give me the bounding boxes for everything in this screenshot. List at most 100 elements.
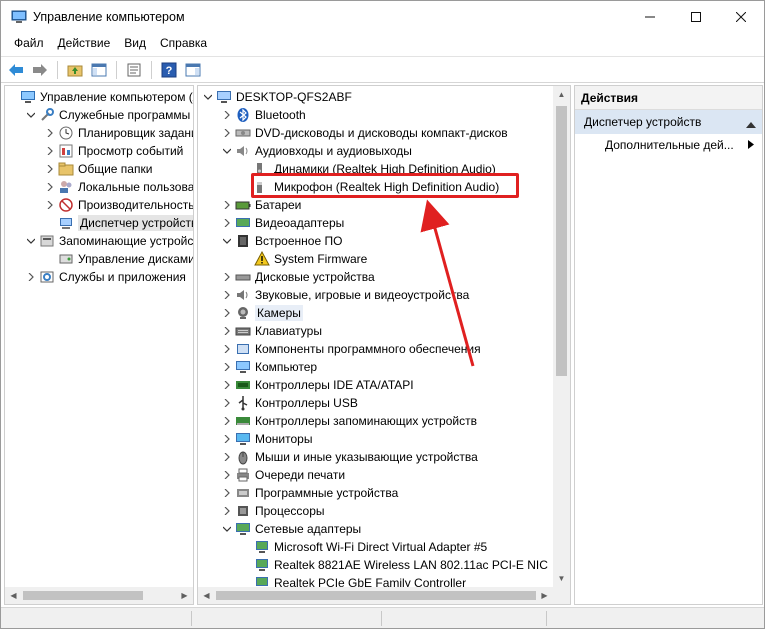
up-folder-button[interactable]	[64, 59, 86, 81]
close-button[interactable]	[718, 1, 764, 33]
actions-section-device-manager[interactable]: Диспетчер устройств	[575, 110, 762, 134]
device-tree-item-row[interactable]: Дисковые устройства	[221, 268, 375, 286]
expand-chevron-icon[interactable]	[221, 325, 233, 337]
console-tree-item-row[interactable]: Службы и приложения	[25, 268, 186, 286]
expand-chevron-icon[interactable]	[221, 343, 233, 355]
expand-chevron-icon[interactable]	[221, 451, 233, 463]
device-tree-item-row[interactable]: Процессоры	[221, 502, 325, 520]
device-tree-item-row[interactable]: Клавиатуры	[221, 322, 322, 340]
scroll-down-arrow-icon[interactable]: ▼	[553, 570, 570, 587]
expand-chevron-icon[interactable]	[221, 271, 233, 283]
expand-chevron-icon[interactable]	[221, 109, 233, 121]
device-tree-item-row[interactable]: Microsoft Wi-Fi Direct Virtual Adapter #…	[240, 538, 487, 556]
console-tree-item-row[interactable]: Управление компьютером (л	[6, 88, 193, 106]
device-tree-item-row[interactable]: Контроллеры USB	[221, 394, 358, 412]
show-action-pane-button[interactable]	[182, 59, 204, 81]
device-tree-item-row[interactable]: Компьютер	[221, 358, 317, 376]
console-tree-item-row[interactable]: Запоминающие устройст	[25, 232, 193, 250]
menu-action[interactable]: Действие	[51, 33, 118, 55]
device-tree-item-row[interactable]: Встроенное ПО	[221, 232, 342, 250]
scroll-thumb[interactable]	[556, 106, 567, 376]
device-tree-item-row[interactable]: Bluetooth	[221, 106, 306, 124]
device-tree-item-row[interactable]: Батареи	[221, 196, 301, 214]
device-tree-item-row[interactable]: Мониторы	[221, 430, 312, 448]
device-tree-item-row[interactable]: Очереди печати	[221, 466, 345, 484]
properties-button[interactable]	[123, 59, 145, 81]
device-tree-item-row[interactable]: Контроллеры IDE ATA/ATAPI	[221, 376, 414, 394]
collapse-chevron-icon[interactable]	[202, 91, 214, 103]
scroll-right-arrow-icon[interactable]: ▶	[176, 587, 193, 604]
device-vertical-scrollbar[interactable]: ▲ ▼	[553, 86, 570, 587]
collapse-up-icon[interactable]	[746, 117, 756, 131]
menu-file[interactable]: Файл	[7, 33, 51, 55]
console-tree-item-row[interactable]: Производительность	[44, 196, 193, 214]
show-hide-tree-button[interactable]	[88, 59, 110, 81]
console-tree-item-row[interactable]: Управление дисками	[44, 250, 193, 268]
device-tree-item-row[interactable]: Камеры	[221, 304, 303, 322]
more-actions-link[interactable]: Дополнительные дей...	[605, 138, 734, 152]
expand-chevron-icon[interactable]	[221, 199, 233, 211]
expand-chevron-icon[interactable]	[221, 505, 233, 517]
expand-chevron-icon[interactable]	[44, 199, 56, 211]
expand-chevron-icon[interactable]	[221, 217, 233, 229]
expand-chevron-icon[interactable]	[221, 397, 233, 409]
console-tree-item-row[interactable]: Диспетчер устройств	[44, 214, 193, 232]
menu-help[interactable]: Справка	[153, 33, 214, 55]
mouse-icon	[235, 449, 251, 465]
collapse-chevron-icon[interactable]	[221, 145, 233, 157]
scroll-up-arrow-icon[interactable]: ▲	[553, 86, 570, 103]
help-button[interactable]: ?	[158, 59, 180, 81]
network-card-icon	[254, 557, 270, 573]
collapse-chevron-icon[interactable]	[221, 523, 233, 535]
expand-chevron-icon[interactable]	[221, 361, 233, 373]
expand-chevron-icon[interactable]	[44, 145, 56, 157]
expand-chevron-icon[interactable]	[221, 289, 233, 301]
bluetooth-icon	[235, 107, 251, 123]
scroll-right-arrow-icon[interactable]: ▶	[536, 587, 553, 604]
device-tree-item-row[interactable]: Сетевые адаптеры	[221, 520, 361, 538]
scroll-thumb[interactable]	[216, 591, 536, 600]
back-button[interactable]	[5, 59, 27, 81]
scroll-left-arrow-icon[interactable]: ◀	[198, 587, 215, 604]
submenu-arrow-icon[interactable]	[748, 140, 754, 151]
device-tree-item-row[interactable]: DVD-дисководы и дисководы компакт-дисков	[221, 124, 508, 142]
device-tree-item-row[interactable]: Realtek 8821AE Wireless LAN 802.11ac PCI…	[240, 556, 548, 574]
console-tree-item-row[interactable]: Общие папки	[44, 160, 152, 178]
scroll-thumb[interactable]	[23, 591, 143, 600]
event-viewer-icon	[58, 143, 74, 159]
collapse-chevron-icon[interactable]	[25, 109, 37, 121]
console-tree-item-row[interactable]: Планировщик заданий	[44, 124, 193, 142]
expand-chevron-icon[interactable]	[221, 307, 233, 319]
device-tree-item-row[interactable]: Мыши и иные указывающие устройства	[221, 448, 478, 466]
device-tree-item-row[interactable]: Видеоадаптеры	[221, 214, 344, 232]
expand-chevron-icon[interactable]	[221, 127, 233, 139]
expand-chevron-icon[interactable]	[44, 127, 56, 139]
device-tree-item-row[interactable]: Аудиовходы и аудиовыходы	[221, 142, 412, 160]
minimize-button[interactable]	[627, 1, 673, 33]
collapse-chevron-icon[interactable]	[221, 235, 233, 247]
left-horizontal-scrollbar[interactable]: ◀ ▶	[5, 587, 193, 604]
device-horizontal-scrollbar[interactable]: ◀ ▶	[198, 587, 570, 604]
status-divider	[381, 611, 382, 626]
device-tree-root-row[interactable]: DESKTOP-QFS2ABF	[202, 88, 352, 106]
console-tree-item-row[interactable]: Служебные программы	[25, 106, 190, 124]
device-tree-item-row[interactable]: Контроллеры запоминающих устройств	[221, 412, 477, 430]
expand-chevron-icon[interactable]	[44, 181, 56, 193]
menu-bar: Файл Действие Вид Справка	[1, 33, 764, 55]
console-tree-item-row[interactable]: Просмотр событий	[44, 142, 183, 160]
forward-button[interactable]	[29, 59, 51, 81]
collapse-chevron-icon[interactable]	[25, 235, 37, 247]
expand-chevron-icon[interactable]	[221, 487, 233, 499]
expand-chevron-icon[interactable]	[221, 469, 233, 481]
expand-chevron-icon[interactable]	[44, 163, 56, 175]
console-tree-item-row[interactable]: Локальные пользовате	[44, 178, 193, 196]
expand-chevron-icon[interactable]	[221, 415, 233, 427]
maximize-button[interactable]	[673, 1, 719, 33]
device-tree-item-row[interactable]: Программные устройства	[221, 484, 398, 502]
menu-view[interactable]: Вид	[117, 33, 153, 55]
device-tree-item-row[interactable]: System Firmware	[240, 250, 367, 268]
expand-chevron-icon[interactable]	[221, 433, 233, 445]
expand-chevron-icon[interactable]	[221, 379, 233, 391]
scroll-left-arrow-icon[interactable]: ◀	[5, 587, 22, 604]
expand-chevron-icon[interactable]	[25, 271, 37, 283]
